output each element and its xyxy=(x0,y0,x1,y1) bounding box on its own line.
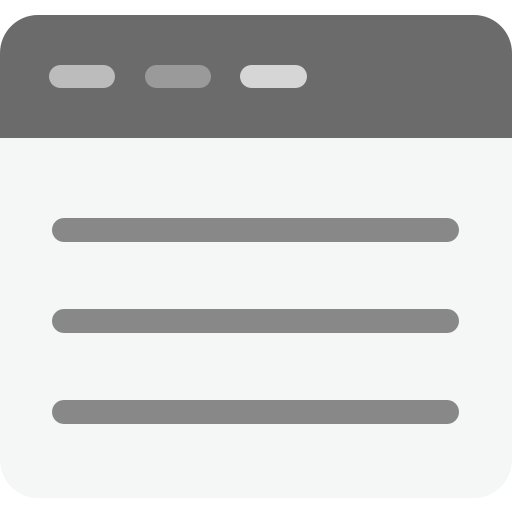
content-line-2 xyxy=(52,309,459,333)
content-line-3 xyxy=(52,400,459,424)
window-dot-2 xyxy=(145,65,211,88)
window-frame xyxy=(0,15,512,498)
window-content xyxy=(0,138,512,498)
window-dot-1 xyxy=(49,65,115,88)
window-dot-3 xyxy=(240,65,307,88)
window-titlebar xyxy=(0,15,512,138)
browser-window-icon xyxy=(0,0,512,512)
content-line-1 xyxy=(52,218,459,242)
